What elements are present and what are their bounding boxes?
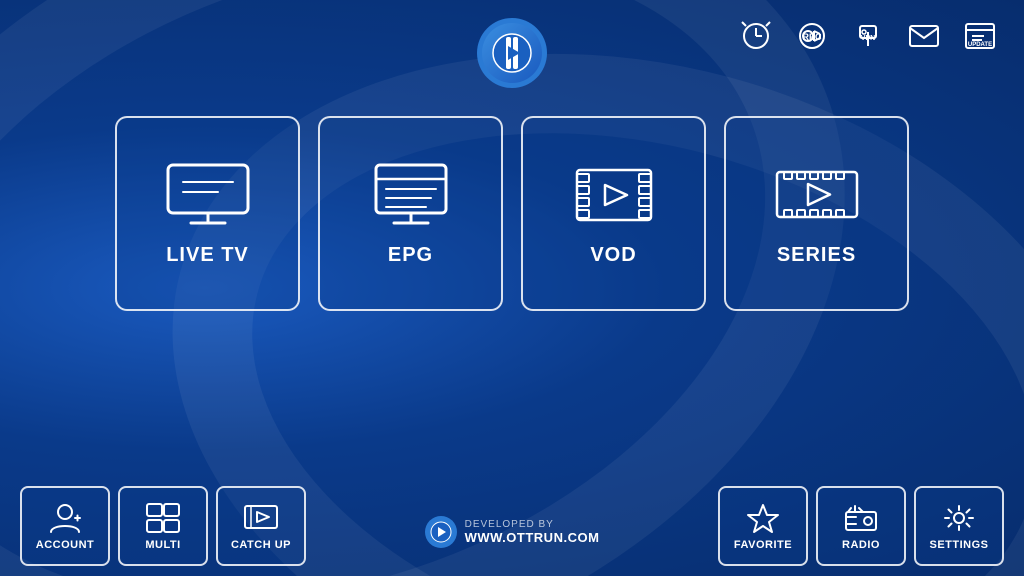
radio-button[interactable]: RADIO xyxy=(816,486,906,566)
svg-text:VPN: VPN xyxy=(861,35,875,42)
bottom-bar: ACCOUNT MULTI CA xyxy=(0,486,1024,576)
main-grid: LIVE TV EPG xyxy=(115,116,909,311)
developer-info: DEVELOPED BY WWW.OTTRUN.COM xyxy=(425,516,600,566)
alarm-button[interactable] xyxy=(732,15,780,57)
settings-button[interactable]: SETTINGS xyxy=(914,486,1004,566)
bottom-right-group: FAVORITE RADIO xyxy=(718,486,1004,566)
vod-button[interactable]: VOD xyxy=(521,116,706,311)
developer-url: WWW.OTTRUN.COM xyxy=(465,530,600,545)
bottom-left-group: ACCOUNT MULTI CA xyxy=(20,486,306,566)
favorite-label: FAVORITE xyxy=(734,539,792,551)
svg-text:UPDATE: UPDATE xyxy=(968,42,992,48)
epg-label: EPG xyxy=(388,244,433,267)
multi-button[interactable]: MULTI xyxy=(118,486,208,566)
header: REC VPN xyxy=(0,0,1024,88)
account-button[interactable]: ACCOUNT xyxy=(20,486,110,566)
vod-label: VOD xyxy=(590,244,636,267)
svg-text:REC: REC xyxy=(802,32,822,42)
vpn-button[interactable]: VPN xyxy=(844,15,892,57)
update-button[interactable]: UPDATE xyxy=(956,15,1004,57)
live-tv-label: LIVE TV xyxy=(166,244,249,267)
dev-logo-icon xyxy=(425,516,457,548)
favorite-button[interactable]: FAVORITE xyxy=(718,486,808,566)
catch-up-label: CATCH UP xyxy=(231,539,291,551)
live-tv-button[interactable]: LIVE TV xyxy=(115,116,300,311)
settings-label: SETTINGS xyxy=(929,539,988,551)
rec-button[interactable]: REC xyxy=(788,15,836,57)
series-button[interactable]: SERIES xyxy=(724,116,909,311)
multi-label: MULTI xyxy=(145,539,180,551)
account-label: ACCOUNT xyxy=(36,539,95,551)
developer-prefix: DEVELOPED BY xyxy=(465,519,600,530)
catch-up-button[interactable]: CATCH UP xyxy=(216,486,306,566)
series-label: SERIES xyxy=(777,244,856,267)
msg-button[interactable] xyxy=(900,15,948,57)
radio-label: RADIO xyxy=(842,539,880,551)
epg-button[interactable]: EPG xyxy=(318,116,503,311)
app-logo xyxy=(477,18,547,88)
top-icons-bar: REC VPN xyxy=(732,15,1004,57)
